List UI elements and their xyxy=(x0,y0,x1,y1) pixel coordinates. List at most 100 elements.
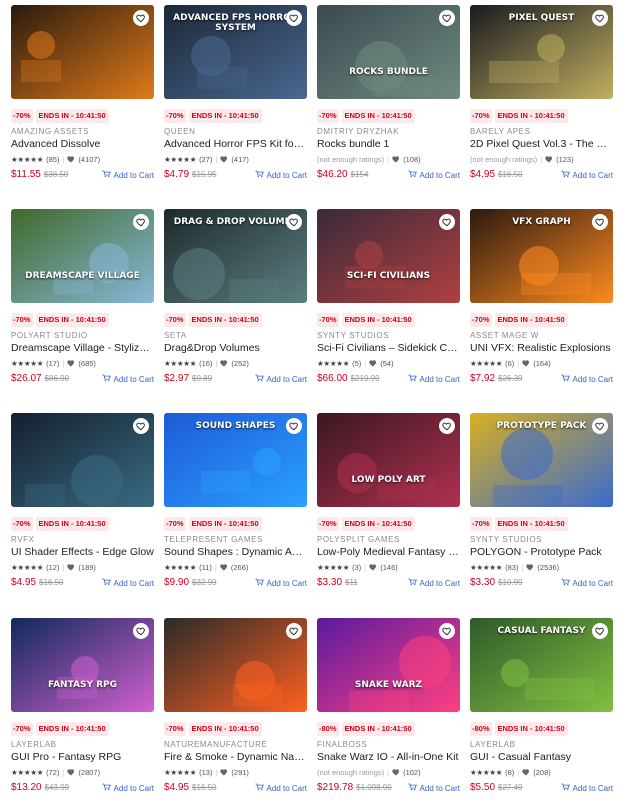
heart-outline-icon[interactable] xyxy=(439,623,455,639)
product-thumbnail[interactable]: ADVANCED FPS HORROR SYSTEM xyxy=(164,5,307,99)
product-thumbnail[interactable]: SOUND SHAPES xyxy=(164,413,307,507)
product-title[interactable]: Drag&Drop Volumes xyxy=(164,342,307,354)
add-to-cart-button[interactable]: Add to Cart xyxy=(407,170,460,180)
publisher-name[interactable]: DMITRIY DRYZHAK xyxy=(317,127,399,136)
add-to-cart-button[interactable]: Add to Cart xyxy=(254,170,307,180)
heart-outline-icon[interactable] xyxy=(592,623,608,639)
product-title[interactable]: UI Shader Effects - Edge Glow xyxy=(11,546,154,558)
product-thumbnail[interactable]: DREAMSCAPE VILLAGE xyxy=(11,209,154,303)
product-thumbnail[interactable]: LOW POLY ART xyxy=(317,413,460,507)
publisher-name[interactable]: LAYERLAB xyxy=(11,740,57,749)
heart-outline-icon[interactable] xyxy=(592,214,608,230)
add-to-cart-button[interactable]: Add to Cart xyxy=(560,170,613,180)
product-card[interactable]: ADVANCED FPS HORROR SYSTEM -70% ENDS IN - … xyxy=(164,5,307,185)
publisher-name[interactable]: POLYART STUDIO xyxy=(11,331,88,340)
product-thumbnail[interactable]: PIXEL QUEST xyxy=(470,5,613,99)
publisher-name[interactable]: QUEEN xyxy=(164,127,195,136)
product-card[interactable]: SNAKE WARZ -80% ENDS IN - 10:41:50 FINALBOS… xyxy=(317,618,460,798)
add-to-cart-button[interactable]: Add to Cart xyxy=(254,578,307,588)
heart-outline-icon[interactable] xyxy=(439,418,455,434)
sale-badges: -70% ENDS IN - 10:41:50 xyxy=(164,109,262,123)
product-title[interactable]: POLYGON - Prototype Pack xyxy=(470,546,613,558)
heart-outline-icon[interactable] xyxy=(592,418,608,434)
product-card[interactable]: ROCKS BUNDLE -70% ENDS IN - 10:41:50 DMITRI… xyxy=(317,5,460,185)
publisher-name[interactable]: LAYERLAB xyxy=(470,740,516,749)
product-card[interactable]: DREAMSCAPE VILLAGE -70% ENDS IN - 10:41:50… xyxy=(11,209,154,389)
product-title[interactable]: GUI Pro - Fantasy RPG xyxy=(11,751,154,763)
product-thumbnail[interactable] xyxy=(164,618,307,712)
product-card[interactable]: VFX GRAPH -70% ENDS IN - 10:41:50 ASSET MAG… xyxy=(470,209,613,389)
add-to-cart-button[interactable]: Add to Cart xyxy=(254,374,307,384)
add-to-cart-button[interactable]: Add to Cart xyxy=(560,578,613,588)
publisher-name[interactable]: RVFX xyxy=(11,535,35,544)
countdown-badge: ENDS IN - 10:41:50 xyxy=(341,313,415,327)
add-to-cart-button[interactable]: Add to Cart xyxy=(407,374,460,384)
publisher-name[interactable]: AMAZING ASSETS xyxy=(11,127,89,136)
publisher-name[interactable]: FINALBOSS xyxy=(317,740,367,749)
publisher-name[interactable]: BARELY APES xyxy=(470,127,531,136)
product-thumbnail[interactable]: SNAKE WARZ xyxy=(317,618,460,712)
publisher-name[interactable]: POLYSPLIT GAMES xyxy=(317,535,400,544)
product-card[interactable]: FANTASY RPG -70% ENDS IN - 10:41:50 LAYERLA… xyxy=(11,618,154,798)
heart-outline-icon[interactable] xyxy=(286,623,302,639)
product-thumbnail[interactable] xyxy=(11,5,154,99)
product-thumbnail[interactable] xyxy=(11,413,154,507)
publisher-name[interactable]: SYNTY STUDIOS xyxy=(470,535,542,544)
heart-outline-icon[interactable] xyxy=(133,10,149,26)
add-to-cart-button[interactable]: Add to Cart xyxy=(101,374,154,384)
product-card[interactable]: SCI-FI CIVILIANS -70% ENDS IN - 10:41:50 SY… xyxy=(317,209,460,389)
rating-count: (16) xyxy=(199,359,213,368)
heart-outline-icon[interactable] xyxy=(133,418,149,434)
product-thumbnail[interactable]: VFX GRAPH xyxy=(470,209,613,303)
product-title[interactable]: 2D Pixel Quest Vol.3 - The UI/GUI xyxy=(470,138,613,150)
add-to-cart-button[interactable]: Add to Cart xyxy=(407,783,460,793)
product-title[interactable]: Advanced Dissolve xyxy=(11,138,154,150)
add-to-cart-button[interactable]: Add to Cart xyxy=(560,374,613,384)
product-card[interactable]: LOW POLY ART -70% ENDS IN - 10:41:50 POLYSP… xyxy=(317,413,460,593)
product-title[interactable]: Snake Warz IO - All-in-One Kit xyxy=(317,751,460,763)
publisher-name[interactable]: SYNTY STUDIOS xyxy=(317,331,389,340)
add-to-cart-button[interactable]: Add to Cart xyxy=(407,578,460,588)
product-title[interactable]: Dreamscape Village - Stylized Environmen… xyxy=(11,342,154,354)
add-to-cart-button[interactable]: Add to Cart xyxy=(254,783,307,793)
heart-outline-icon[interactable] xyxy=(439,10,455,26)
heart-outline-icon[interactable] xyxy=(286,418,302,434)
product-thumbnail[interactable]: CASUAL FANTASY xyxy=(470,618,613,712)
add-to-cart-button[interactable]: Add to Cart xyxy=(101,170,154,180)
product-card[interactable]: CASUAL FANTASY -80% ENDS IN - 10:41:50 LAYE… xyxy=(470,618,613,798)
add-to-cart-button[interactable]: Add to Cart xyxy=(560,783,613,793)
publisher-name[interactable]: NATUREMANUFACTURE xyxy=(164,740,267,749)
product-card[interactable]: DRAG & DROP VOLUMES -70% ENDS IN - 10:41:5… xyxy=(164,209,307,389)
product-card[interactable]: -70% ENDS IN - 10:41:50 AMAZING ASSETS Adva… xyxy=(11,5,154,185)
heart-outline-icon[interactable] xyxy=(439,214,455,230)
product-title[interactable]: Rocks bundle 1 xyxy=(317,138,460,150)
product-title[interactable]: GUI - Casual Fantasy xyxy=(470,751,613,763)
product-title[interactable]: Fire & Smoke - Dynamic Nature xyxy=(164,751,307,763)
product-card[interactable]: -70% ENDS IN - 10:41:50 NATUREMANUFACTURE F… xyxy=(164,618,307,798)
product-title[interactable]: Sound Shapes : Dynamic Audio Zones xyxy=(164,546,307,558)
product-card[interactable]: SOUND SHAPES -70% ENDS IN - 10:41:50 TELEPR… xyxy=(164,413,307,593)
product-thumbnail[interactable]: PROTOTYPE PACK xyxy=(470,413,613,507)
product-thumbnail[interactable]: DRAG & DROP VOLUMES xyxy=(164,209,307,303)
product-card[interactable]: -70% ENDS IN - 10:41:50 RVFX UI Shader Effe… xyxy=(11,413,154,593)
heart-outline-icon[interactable] xyxy=(286,10,302,26)
product-title[interactable]: Sci-Fi Civilians – Sidekick Character Pa… xyxy=(317,342,460,354)
product-thumbnail[interactable]: FANTASY RPG xyxy=(11,618,154,712)
heart-outline-icon[interactable] xyxy=(133,623,149,639)
heart-outline-icon[interactable] xyxy=(286,214,302,230)
heart-outline-icon[interactable] xyxy=(592,10,608,26)
product-thumbnail[interactable]: SCI-FI CIVILIANS xyxy=(317,209,460,303)
product-title[interactable]: Low-Poly Medieval Fantasy - NPC Pack xyxy=(317,546,460,558)
add-to-cart-button[interactable]: Add to Cart xyxy=(101,783,154,793)
publisher-name[interactable]: TELEPRESENT GAMES xyxy=(164,535,263,544)
discount-badge: -70% xyxy=(164,313,186,327)
publisher-name[interactable]: ASSET MAGE W xyxy=(470,331,539,340)
product-card[interactable]: PIXEL QUEST -70% ENDS IN - 10:41:50 BARELY … xyxy=(470,5,613,185)
product-title[interactable]: UNI VFX: Realistic Explosions xyxy=(470,342,613,354)
heart-outline-icon[interactable] xyxy=(133,214,149,230)
product-card[interactable]: PROTOTYPE PACK -70% ENDS IN - 10:41:50 SYNT… xyxy=(470,413,613,593)
publisher-name[interactable]: SETA xyxy=(164,331,187,340)
product-title[interactable]: Advanced Horror FPS Kit for PC and Mobil… xyxy=(164,138,307,150)
add-to-cart-button[interactable]: Add to Cart xyxy=(101,578,154,588)
product-thumbnail[interactable]: ROCKS BUNDLE xyxy=(317,5,460,99)
